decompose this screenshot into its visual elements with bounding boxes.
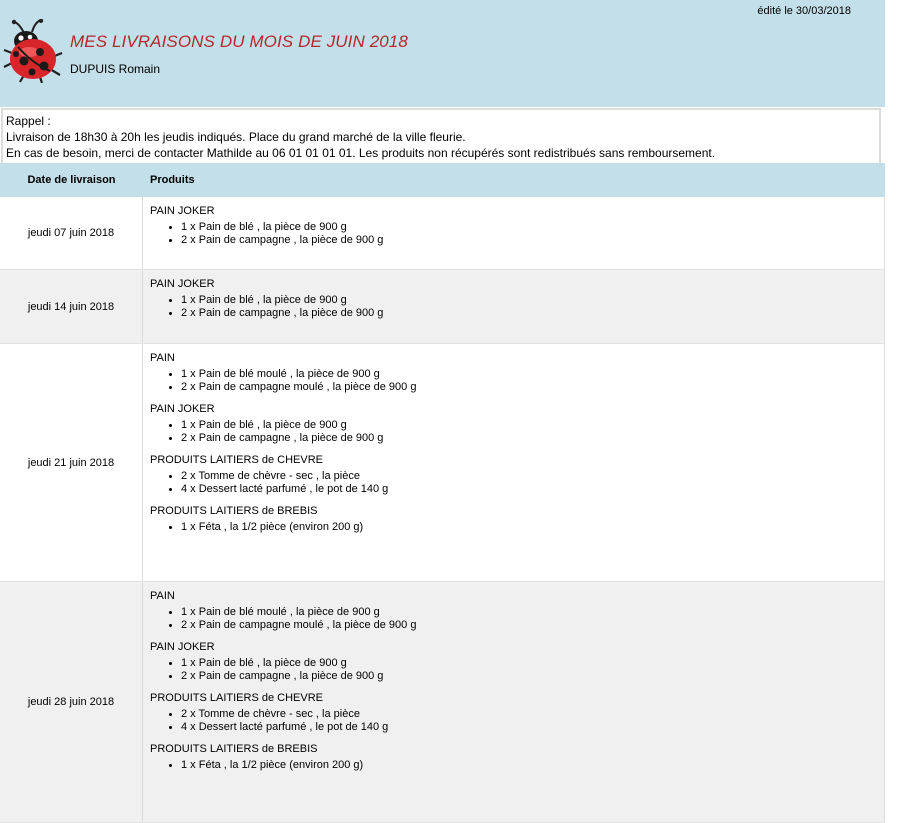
list-item: 1 x Pain de blé , la pièce de 900 g (181, 294, 884, 307)
product-group-title: PAIN JOKER (150, 641, 215, 653)
list-item: 1 x Pain de blé , la pièce de 900 g (181, 657, 884, 670)
list-item: 2 x Pain de campagne , la pièce de 900 g (181, 234, 884, 247)
reminder-line: Livraison de 18h30 à 20h les jeudis indi… (6, 130, 466, 144)
product-list: 1 x Féta , la 1/2 pièce (environ 200 g) (150, 759, 884, 772)
list-item: 1 x Féta , la 1/2 pièce (environ 200 g) (181, 521, 884, 534)
product-group-title: PAIN JOKER (150, 403, 215, 415)
product-group-title: PAIN (150, 352, 175, 364)
list-item: 1 x Féta , la 1/2 pièce (environ 200 g) (181, 759, 884, 772)
product-group-title: PRODUITS LAITIERS de BREBIS (150, 505, 318, 517)
delivery-date: jeudi 21 juin 2018 (0, 344, 143, 581)
list-item: 1 x Pain de blé , la pièce de 900 g (181, 419, 884, 432)
list-item: 2 x Pain de campagne , la pièce de 900 g (181, 670, 884, 683)
ladybug-icon (3, 19, 63, 83)
product-list: 2 x Tomme de chèvre - sec , la pièce 4 x… (150, 470, 884, 496)
list-item: 2 x Pain de campagne , la pièce de 900 g (181, 307, 884, 320)
products-cell: PAIN 1 x Pain de blé moulé , la pièce de… (143, 344, 885, 581)
table-row: jeudi 28 juin 2018 PAIN 1 x Pain de blé … (0, 582, 885, 823)
list-item: 2 x Pain de campagne moulé , la pièce de… (181, 381, 884, 394)
product-group-title: PAIN JOKER (150, 205, 215, 217)
product-list: 1 x Pain de blé , la pièce de 900 g 2 x … (150, 221, 884, 247)
reminder-heading: Rappel : (6, 114, 51, 128)
delivery-date: jeudi 28 juin 2018 (0, 582, 143, 822)
list-item: 1 x Pain de blé moulé , la pièce de 900 … (181, 368, 884, 381)
edited-date: édité le 30/03/2018 (757, 5, 851, 17)
products-cell: PAIN 1 x Pain de blé moulé , la pièce de… (143, 582, 885, 822)
product-list: 1 x Pain de blé moulé , la pièce de 900 … (150, 368, 884, 394)
page-title: MES LIVRAISONS DU MOIS DE JUIN 2018 (70, 32, 408, 51)
reminder-box: Rappel : Livraison de 18h30 à 20h les je… (1, 108, 881, 165)
deliveries-table: Date de livraison Produits jeudi 07 juin… (0, 163, 885, 823)
table-row: jeudi 07 juin 2018 PAIN JOKER 1 x Pain d… (0, 197, 885, 270)
list-item: 4 x Dessert lacté parfumé , le pot de 14… (181, 483, 884, 496)
product-list: 1 x Pain de blé moulé , la pièce de 900 … (150, 606, 884, 632)
list-item: 2 x Tomme de chèvre - sec , la pièce (181, 708, 884, 721)
product-group-title: PRODUITS LAITIERS de CHEVRE (150, 692, 323, 704)
table-row: jeudi 14 juin 2018 PAIN JOKER 1 x Pain d… (0, 270, 885, 344)
delivery-date: jeudi 07 juin 2018 (0, 197, 143, 269)
product-group-title: PRODUITS LAITIERS de CHEVRE (150, 454, 323, 466)
list-item: 1 x Pain de blé moulé , la pièce de 900 … (181, 606, 884, 619)
products-cell: PAIN JOKER 1 x Pain de blé , la pièce de… (143, 197, 885, 269)
products-cell: PAIN JOKER 1 x Pain de blé , la pièce de… (143, 270, 885, 343)
list-item: 2 x Pain de campagne moulé , la pièce de… (181, 619, 884, 632)
list-item: 2 x Tomme de chèvre - sec , la pièce (181, 470, 884, 483)
table-row: jeudi 21 juin 2018 PAIN 1 x Pain de blé … (0, 344, 885, 582)
list-item: 2 x Pain de campagne , la pièce de 900 g (181, 432, 884, 445)
list-item: 1 x Pain de blé , la pièce de 900 g (181, 221, 884, 234)
delivery-date: jeudi 14 juin 2018 (0, 270, 143, 343)
product-list: 1 x Féta , la 1/2 pièce (environ 200 g) (150, 521, 884, 534)
product-group-title: PRODUITS LAITIERS de BREBIS (150, 743, 318, 755)
customer-name: DUPUIS Romain (70, 62, 161, 76)
table-header: Date de livraison Produits (0, 163, 885, 197)
product-list: 1 x Pain de blé , la pièce de 900 g 2 x … (150, 294, 884, 320)
product-group-title: PAIN (150, 590, 175, 602)
list-item: 4 x Dessert lacté parfumé , le pot de 14… (181, 721, 884, 734)
header: édité le 30/03/2018 MES LIVRAISONS DU MO… (0, 0, 885, 107)
column-header-date: Date de livraison (27, 174, 116, 186)
product-list: 2 x Tomme de chèvre - sec , la pièce 4 x… (150, 708, 884, 734)
product-list: 1 x Pain de blé , la pièce de 900 g 2 x … (150, 419, 884, 445)
reminder-line: En cas de besoin, merci de contacter Mat… (6, 146, 716, 160)
product-group-title: PAIN JOKER (150, 278, 215, 290)
column-header-products: Produits (150, 174, 195, 186)
product-list: 1 x Pain de blé , la pièce de 900 g 2 x … (150, 657, 884, 683)
